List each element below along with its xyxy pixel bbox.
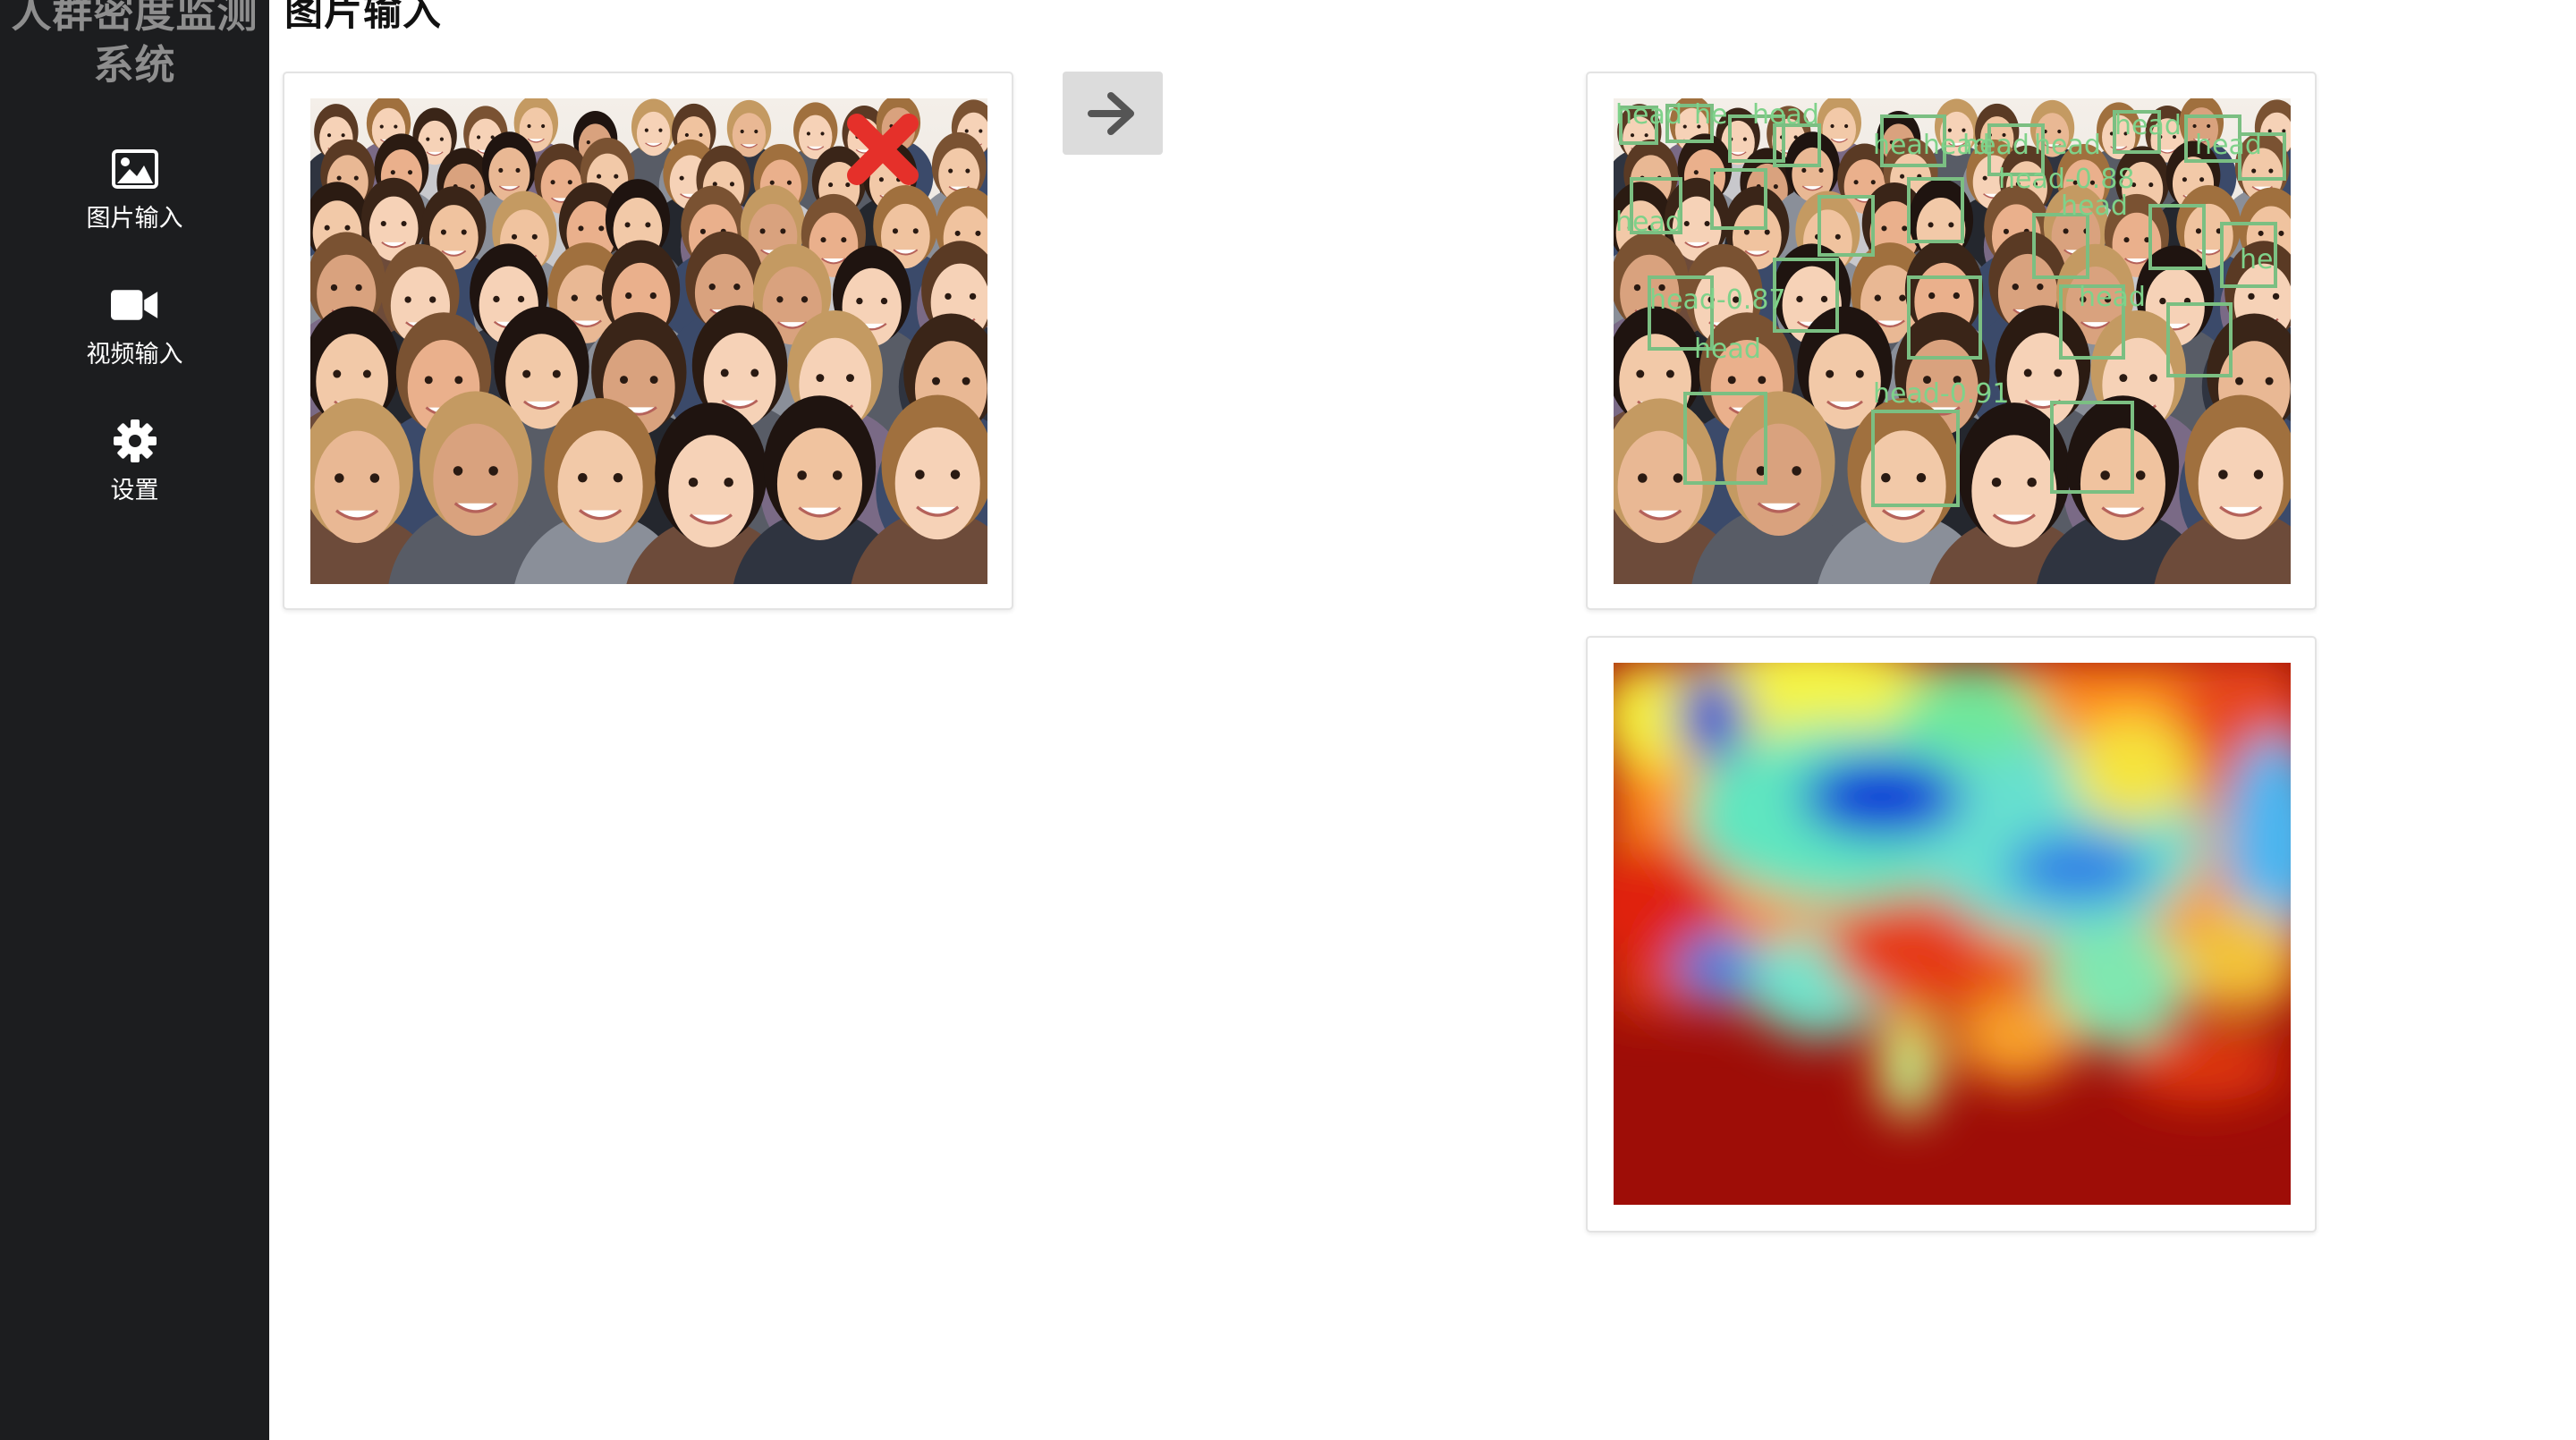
image-icon	[111, 145, 159, 193]
app-title-line2: 系统	[93, 41, 176, 89]
sidebar-item-settings[interactable]: 设置	[0, 417, 269, 533]
remove-image-icon[interactable]	[843, 109, 923, 190]
density-heatmap-card	[1586, 636, 2317, 1232]
detection-label: head-0.91	[1873, 378, 2010, 410]
gear-icon	[111, 417, 159, 465]
detection-result-photo: head he head heahead head head head-0.88 head he…	[1614, 98, 2291, 584]
detection-label: head	[2061, 191, 2128, 222]
sidebar-item-video-input[interactable]: 视频输入	[0, 281, 269, 397]
process-arrow-button[interactable]	[1063, 72, 1163, 155]
detection-label: head	[2079, 282, 2146, 313]
density-heatmap	[1614, 663, 2291, 1205]
detection-label: head	[1694, 334, 1761, 365]
detection-label: head	[1752, 99, 1819, 131]
video-camera-icon	[111, 281, 159, 329]
app-title-line1: 人群密度监测	[11, 0, 258, 37]
sidebar: 人群密度监测 系统 图片输入 视频输入 设置	[0, 0, 269, 1440]
detection-label: he	[1694, 99, 1727, 131]
detection-result-card: head he head heahead head head head-0.88 head he…	[1586, 72, 2317, 610]
detection-label: head	[2195, 130, 2262, 161]
page-title: 图片输入	[284, 0, 442, 35]
arrow-right-icon	[1088, 91, 1134, 135]
input-image-card	[283, 72, 1013, 610]
detection-label: he	[2240, 244, 2273, 275]
detection-label: head	[1962, 130, 2029, 161]
sidebar-item-label: 图片输入	[86, 205, 183, 233]
sidebar-item-label: 设置	[110, 477, 159, 504]
sidebar-item-label: 视频输入	[86, 341, 183, 368]
detection-label: head-0.87	[1649, 284, 1786, 316]
detection-label: head	[1615, 99, 1682, 131]
app-title: 人群密度监测 系统	[0, 0, 269, 91]
detection-label: head	[1615, 207, 1682, 238]
detection-label: head	[2114, 110, 2182, 141]
sidebar-item-image-input[interactable]: 图片输入	[0, 145, 269, 261]
detection-label: head	[2034, 130, 2101, 161]
